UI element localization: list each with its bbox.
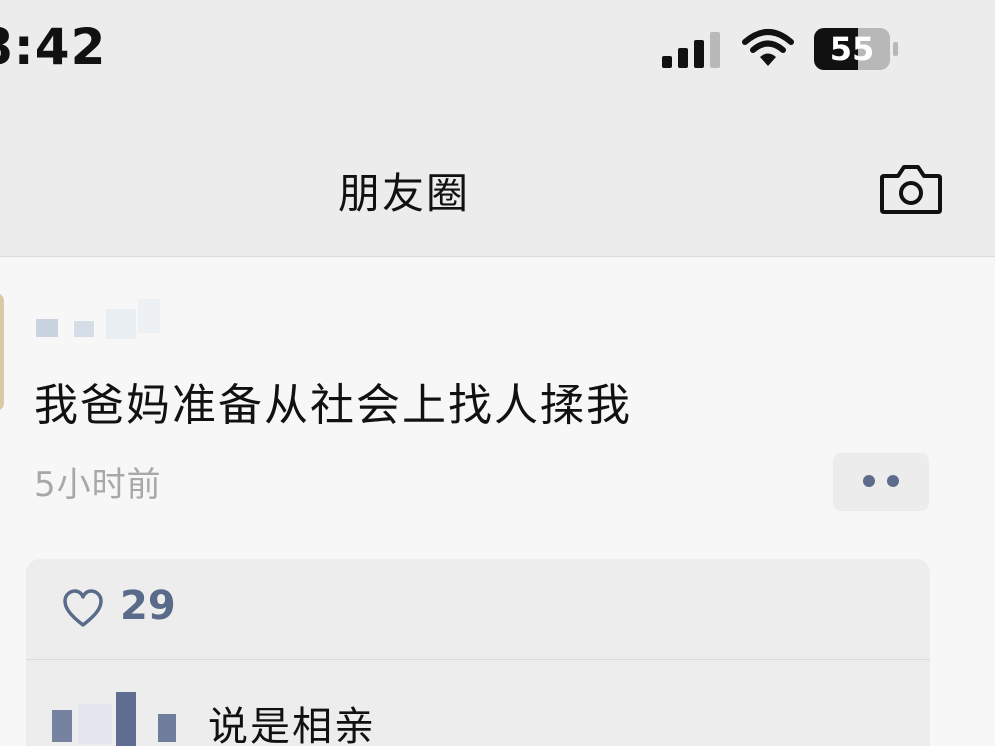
wifi-icon — [742, 29, 794, 66]
more-button[interactable] — [833, 453, 929, 511]
likes-row: 29 — [26, 559, 930, 660]
feed: 我爸妈准备从社会上找人揉我 5小时前 29 说是相亲 — [0, 257, 995, 746]
post-text: 我爸妈准备从社会上找人揉我 — [34, 380, 632, 431]
post-time: 5小时前 — [34, 465, 162, 505]
avatar[interactable] — [0, 293, 4, 411]
commenter-name-blurred[interactable] — [50, 690, 180, 746]
cellular-signal-icon — [662, 32, 720, 68]
status-time: 8:42 — [0, 18, 107, 76]
nav-bar: 朋友圈 — [0, 110, 995, 257]
heart-icon[interactable] — [62, 589, 104, 629]
more-dot — [887, 475, 899, 487]
page-title: 朋友圈 — [337, 169, 470, 218]
battery-indicator: 55 — [814, 28, 902, 70]
status-bar: 8:42 55 — [0, 0, 995, 110]
moments-screen: 8:42 55 朋友圈 — [0, 0, 995, 746]
more-dots-icon — [863, 475, 875, 487]
camera-icon[interactable] — [878, 162, 944, 216]
battery-level: 55 — [829, 30, 875, 68]
likes-comments-panel: 29 说是相亲 — [26, 559, 930, 746]
like-count: 29 — [120, 583, 176, 629]
author-name-blurred[interactable] — [34, 299, 164, 343]
comment-row[interactable]: 说是相亲 — [26, 660, 930, 746]
comment-text: 说是相亲 — [208, 704, 376, 746]
